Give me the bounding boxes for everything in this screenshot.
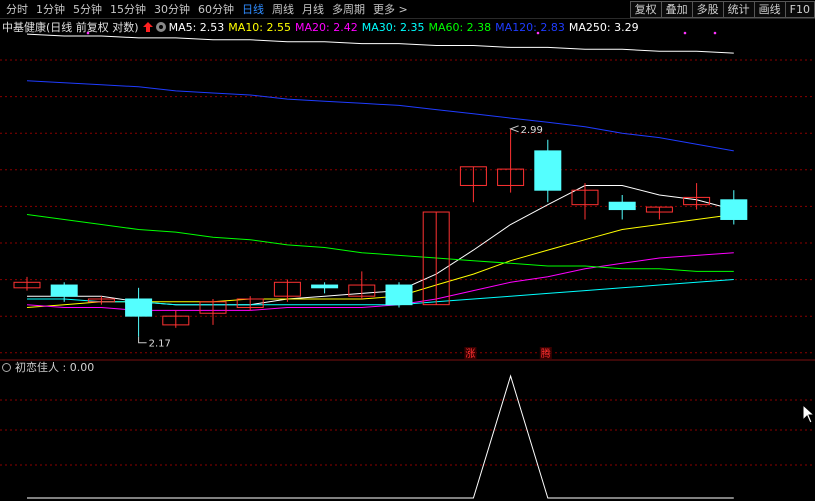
signal-dot	[536, 31, 540, 35]
candle-body	[608, 201, 636, 211]
candle-body	[50, 284, 78, 297]
kline-chart[interactable]: 2.99 2.17 涨 腾	[0, 0, 815, 501]
low-label: 2.17	[149, 339, 171, 350]
candle-body	[720, 199, 748, 220]
ma-line-ma250	[26, 33, 734, 54]
indicator-line	[27, 374, 734, 499]
candle-body	[125, 298, 153, 317]
high-marker	[509, 125, 519, 133]
candle-body	[534, 150, 562, 191]
signal-dot	[713, 31, 717, 35]
event-tag-0: 涨	[465, 348, 475, 360]
signal-dot	[683, 31, 687, 35]
candle-body	[385, 284, 413, 306]
indicator-header: 初恋佳人 : 0.00	[2, 361, 95, 374]
candle-body	[311, 284, 339, 289]
collapse-circle-icon[interactable]	[2, 362, 11, 372]
high-label: 2.99	[521, 125, 543, 136]
ma-line-ma120	[26, 80, 734, 152]
signal-dot	[86, 31, 90, 35]
low-marker	[138, 336, 147, 344]
event-tag-1: 腾	[541, 347, 551, 360]
indicator-label: 初恋佳人 : 0.00	[15, 361, 95, 374]
mouse-cursor-icon	[802, 403, 815, 424]
